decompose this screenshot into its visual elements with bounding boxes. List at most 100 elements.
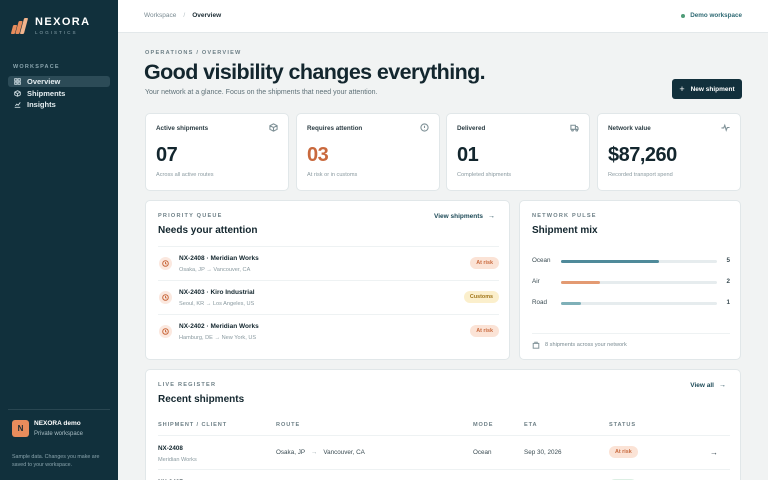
sidebar-section-label: WORKSPACE [13,64,60,70]
stat-card-value: Network value $87,260 Recorded transport… [597,113,741,191]
brand-logo[interactable]: NEXORA LOGISTICS [10,16,90,35]
mix-track [561,260,717,263]
sidebar-item-insights[interactable]: Insights [8,99,110,110]
mix-track [561,302,717,305]
queue-item-route: Osaka, JP → Vancouver, CA [179,267,251,273]
table-row[interactable]: NX-2407 [158,469,730,480]
table-row[interactable]: NX-2408 Meridian Works Osaka, JP → Vancouv… [158,435,730,469]
stat-label: Requires attention [307,125,363,132]
status-badge: At risk [470,325,499,337]
plus-icon: + [679,83,685,94]
mix-bar-ocean [561,260,659,263]
topbar: Workspace / Overview Demo workspace [118,0,768,33]
mix-count: 1 [726,299,730,306]
brand-sub: LOGISTICS [35,30,78,35]
mix-row-ocean: Ocean 5 [532,255,730,267]
grid-icon [14,78,21,85]
view-shipments-link[interactable]: View shipments → [434,213,495,220]
package-icon [532,341,540,349]
sidebar-divider [8,409,110,410]
sidebar-nav: Overview Shipments Insights [8,76,110,111]
sidebar-item-label: Shipments [27,88,66,98]
arrow-right-icon: → [719,382,726,389]
recent-shipments-panel: LIVE REGISTER Recent shipments View all … [145,369,741,480]
list-item[interactable]: NX-2408 · Meridian Works Osaka, JP → Van… [158,246,499,280]
queue-item-title: NX-2402 · Meridian Works [179,323,259,330]
stat-sub: Completed shipments [457,172,512,178]
column-header-eta[interactable]: ETA [524,422,537,428]
sidebar-item-label: Overview [27,77,61,86]
column-header-mode[interactable]: MODE [473,422,493,428]
queue-item-route: Hamburg, DE → New York, US [179,335,257,341]
list-item[interactable]: NX-2402 · Meridian Works Hamburg, DE → N… [158,314,499,348]
mix-row-road: Road 1 [532,297,730,309]
mix-footer-text: 8 shipments across your network [545,342,627,348]
chart-icon [14,102,21,108]
truck-icon [570,124,579,132]
column-header-shipment[interactable]: SHIPMENT / CLIENT [158,422,227,428]
list-item[interactable]: NX-2403 · Kiro Industrial Seoul, KR → Lo… [158,280,499,314]
sidebar-item-overview[interactable]: Overview [8,76,110,87]
panel-title: Needs your attention [158,225,258,236]
mix-bar-road [561,302,581,305]
workspace-indicator[interactable]: Demo workspace [681,12,742,19]
avatar: N [12,420,29,437]
profile-name: NEXORA demo [34,420,81,427]
status-dot-icon [681,13,686,18]
link-label: View all [690,382,714,389]
stat-value: 07 [156,144,178,166]
stat-card-active: Active shipments 07 Across all active ro… [145,113,289,191]
queue-item-title: NX-2408 · Meridian Works [179,255,259,262]
pulse-icon [721,123,730,132]
status-badge: At risk [470,257,499,269]
page-lede: Your network at a glance. Focus on the s… [145,89,378,96]
mix-bar-air [561,281,600,284]
sample-data-note: Sample data. Changes you make are saved … [12,454,100,468]
sidebar: NEXORA LOGISTICS WORKSPACE Overview Ship… [0,0,118,480]
breadcrumb-separator: / [183,12,186,19]
mix-label: Ocean [532,257,551,264]
panel-title: Recent shipments [158,394,245,405]
shipment-id: NX-2408 [158,445,183,452]
page-title: Good visibility changes everything. [144,60,486,84]
stat-card-delivered: Delivered 01 Completed shipments [446,113,590,191]
box-icon [14,89,21,97]
mix-row-air: Air 2 [532,276,730,288]
profile-sub: Private workspace [34,431,84,437]
alert-circle-icon [420,123,429,132]
alert-clock-icon [159,257,172,270]
arrow-right-icon[interactable]: → [710,448,718,457]
breadcrumb: Workspace / Overview [144,12,221,19]
new-shipment-button[interactable]: + New shipment [672,79,742,99]
priority-queue-panel: PRIORITY QUEUE Needs your attention View… [145,200,510,360]
queue-item-title: NX-2403 · Kiro Industrial [179,289,255,296]
stat-sub: At risk or in customs [307,172,358,178]
link-label: View shipments [433,213,483,220]
status-badge: Customs [463,291,499,303]
panel-title: Shipment mix [532,225,598,236]
mix-track [561,281,717,284]
mix-footer: 8 shipments across your network [532,333,730,349]
status-badge: At risk [609,446,638,458]
logo-mark-icon [10,17,29,34]
stat-sub: Across all active routes [156,172,214,178]
stat-value: 03 [307,144,329,166]
breadcrumb-workspace[interactable]: Workspace [144,12,176,19]
queue-item-route: Seoul, KR → Los Angeles, US [179,301,255,307]
column-header-status[interactable]: STATUS [609,422,636,428]
shipment-mix-panel: NETWORK PULSE Shipment mix Ocean 5 Air 2… [519,200,741,360]
column-header-route[interactable]: ROUTE [276,422,300,428]
view-all-link[interactable]: View all → [690,382,726,389]
shipment-eta: Sep 30, 2026 [524,449,562,456]
panel-eyebrow: LIVE REGISTER [158,382,217,388]
shipment-client: Meridian Works [158,457,197,463]
shipment-mode: Ocean [473,449,492,456]
sidebar-item-shipments[interactable]: Shipments [8,88,110,99]
stat-card-attention: Requires attention 03 At risk or in cust… [296,113,440,191]
stat-label: Active shipments [156,125,209,132]
mix-label: Air [532,278,540,285]
mix-count: 2 [726,278,730,285]
workspace-profile[interactable]: N NEXORA demo Private workspace [12,420,83,437]
stat-label: Delivered [457,125,486,132]
panel-eyebrow: NETWORK PULSE [532,213,597,219]
